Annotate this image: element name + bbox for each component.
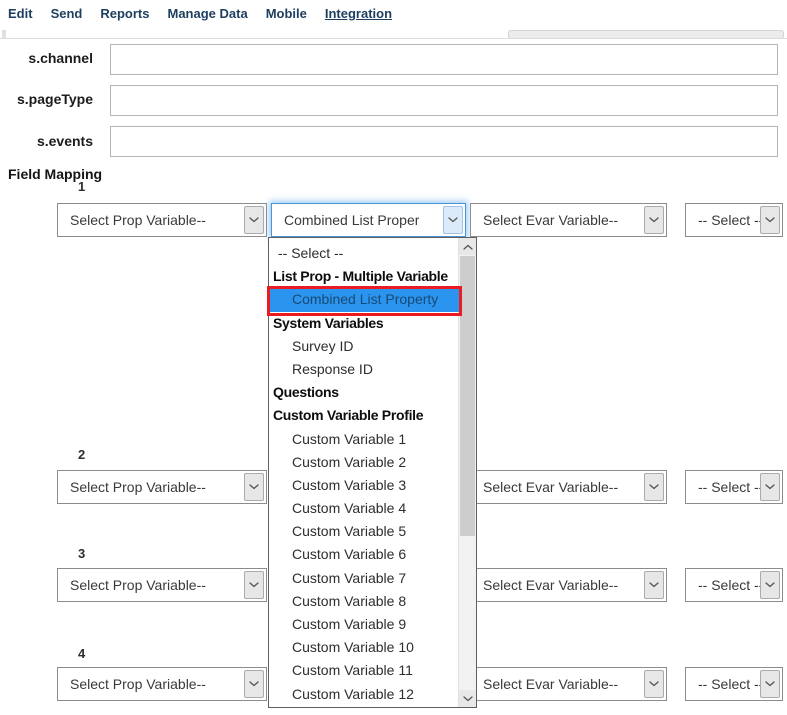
- dropdown-option[interactable]: Custom Variable 2: [270, 451, 459, 474]
- nav-item-mobile[interactable]: Mobile: [266, 6, 307, 21]
- dropdown-option[interactable]: Custom Variable 10: [270, 636, 459, 659]
- dropdown-option[interactable]: Custom Variable 1: [270, 428, 459, 451]
- page: Edit Send Reports Manage Data Mobile Integrat…: [0, 0, 787, 715]
- dropdown-group-label: System Variables: [270, 312, 459, 335]
- evar-variable-select-3[interactable]: Select Evar Variable--: [470, 568, 667, 602]
- prop-variable-select-2[interactable]: Select Prop Variable--: [57, 470, 267, 504]
- chevron-down-icon: [644, 670, 664, 698]
- chevron-down-icon: [644, 571, 664, 599]
- dropdown-options: -- Select --List Prop - Multiple Variabl…: [270, 242, 476, 706]
- evar-variable-select-2-value: Select Evar Variable--: [471, 479, 618, 495]
- chevron-down-icon: [244, 571, 264, 599]
- prop-dropdown-list: -- Select --List Prop - Multiple Variabl…: [268, 237, 477, 708]
- action-select-3-value: -- Select --: [686, 577, 763, 593]
- s-pagetype-label: s.pageType: [0, 91, 93, 107]
- dropdown-option[interactable]: Survey ID: [270, 335, 459, 358]
- evar-variable-select-4[interactable]: Select Evar Variable--: [470, 667, 667, 701]
- action-select-1[interactable]: -- Select --: [685, 203, 783, 237]
- s-events-label: s.events: [0, 133, 93, 149]
- top-nav: Edit Send Reports Manage Data Mobile Integrat…: [8, 6, 392, 21]
- dropdown-option[interactable]: Custom Variable 7: [270, 567, 459, 590]
- prop-variable-select-4-value: Select Prop Variable--: [58, 676, 206, 692]
- chevron-down-icon: [760, 206, 780, 234]
- chevron-down-icon: [644, 473, 664, 501]
- dropdown-option[interactable]: Custom Variable 4: [270, 497, 459, 520]
- evar-variable-select-1-value: Select Evar Variable--: [471, 212, 618, 228]
- action-select-2[interactable]: -- Select --: [685, 470, 783, 504]
- nav-item-send[interactable]: Send: [51, 6, 83, 21]
- action-select-3[interactable]: -- Select --: [685, 568, 783, 602]
- dropdown-option[interactable]: Custom Variable 3: [270, 474, 459, 497]
- evar-variable-select-1[interactable]: Select Evar Variable--: [470, 203, 667, 237]
- prop-variable-select-2-value: Select Prop Variable--: [58, 479, 206, 495]
- prop-variable-select-1[interactable]: Select Prop Variable--: [57, 203, 267, 237]
- chevron-down-icon: [760, 473, 780, 501]
- row-number: 4: [78, 646, 85, 661]
- dropdown-option[interactable]: Custom Variable 5: [270, 520, 459, 543]
- dropdown-group-label: Questions: [270, 381, 459, 404]
- prop-variable-select-1-value: Select Prop Variable--: [58, 212, 206, 228]
- s-events-input[interactable]: [110, 126, 778, 157]
- s-pagetype-input[interactable]: [110, 85, 778, 116]
- s-channel-input[interactable]: [110, 44, 778, 75]
- chevron-down-icon: [244, 206, 264, 234]
- prop-variable-select-3[interactable]: Select Prop Variable--: [57, 568, 267, 602]
- list-prop-select-1[interactable]: Combined List Proper: [271, 203, 466, 237]
- dropdown-option[interactable]: Combined List Property: [270, 288, 459, 311]
- dropdown-option[interactable]: Custom Variable 9: [270, 613, 459, 636]
- row-number: 1: [78, 179, 85, 194]
- chevron-down-icon: [244, 670, 264, 698]
- chevron-down-icon: [443, 206, 463, 234]
- mapping-row-1: Select Prop Variable-- Combined List Prop…: [0, 203, 787, 237]
- chevron-down-icon: [244, 473, 264, 501]
- dropdown-option[interactable]: Response ID: [270, 358, 459, 381]
- nav-item-integration[interactable]: Integration: [325, 6, 392, 21]
- evar-variable-select-2[interactable]: Select Evar Variable--: [470, 470, 667, 504]
- nav-item-edit[interactable]: Edit: [8, 6, 33, 21]
- dropdown-option[interactable]: Custom Variable 8: [270, 590, 459, 613]
- dropdown-group-label: List Prop - Multiple Variable: [270, 265, 459, 288]
- field-mapping-title: Field Mapping: [8, 166, 102, 182]
- dropdown-group-label: Custom Variable Profile: [270, 404, 459, 427]
- chevron-down-icon: [760, 670, 780, 698]
- s-channel-label: s.channel: [0, 50, 93, 66]
- prop-variable-select-3-value: Select Prop Variable--: [58, 577, 206, 593]
- action-select-4[interactable]: -- Select --: [685, 667, 783, 701]
- evar-variable-select-3-value: Select Evar Variable--: [471, 577, 618, 593]
- dropdown-option[interactable]: Custom Variable 12: [270, 683, 459, 706]
- chevron-down-icon: [760, 571, 780, 599]
- action-select-1-value: -- Select --: [686, 212, 763, 228]
- evar-variable-select-4-value: Select Evar Variable--: [471, 676, 618, 692]
- prop-variable-select-4[interactable]: Select Prop Variable--: [57, 667, 267, 701]
- row-number: 2: [78, 447, 85, 462]
- dropdown-option[interactable]: -- Select --: [270, 242, 459, 265]
- dropdown-option[interactable]: Custom Variable 11: [270, 659, 459, 682]
- content-divider: [0, 38, 787, 39]
- row-number: 3: [78, 546, 85, 561]
- action-select-2-value: -- Select --: [686, 479, 763, 495]
- dropdown-option[interactable]: Custom Variable 6: [270, 543, 459, 566]
- list-prop-select-1-value: Combined List Proper: [272, 212, 419, 228]
- action-select-4-value: -- Select --: [686, 676, 763, 692]
- chevron-down-icon: [644, 206, 664, 234]
- nav-item-reports[interactable]: Reports: [100, 6, 149, 21]
- nav-item-manage-data[interactable]: Manage Data: [167, 6, 247, 21]
